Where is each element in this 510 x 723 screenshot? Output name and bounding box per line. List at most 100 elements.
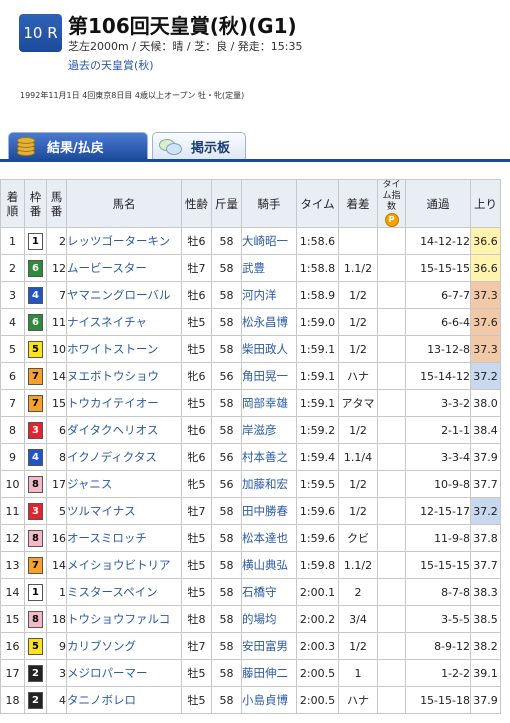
tab-board[interactable]: 掲示板 — [152, 132, 246, 160]
col-horse[interactable]: 馬名 — [66, 179, 182, 228]
jockey-link[interactable]: 武豊 — [241, 254, 297, 282]
rank-cell: 6 — [0, 362, 25, 390]
results-header-row: 着順 枠番 馬番 馬名 性齢 斤量 騎手 タイム 着差 タイム指数 P 通過 上… — [0, 179, 501, 228]
waku-badge: 1 — [28, 583, 43, 601]
col-timeindex[interactable]: タイム指数 P — [377, 179, 406, 228]
time-cell: 1:59.1 — [296, 335, 339, 363]
horse-name-link[interactable]: ナイスネイチャ — [66, 308, 182, 336]
last3f-cell: 37.9 — [470, 443, 501, 471]
jockey-link[interactable]: 藤田伸二 — [241, 659, 297, 687]
horse-name-link[interactable]: タニノボレロ — [66, 686, 182, 714]
rank-cell: 14 — [0, 578, 25, 606]
table-row: 5 5 10 ホワイトストーン 牡5 58 柴田政人 1:59.1 1/2 13-12-8 37.3 — [0, 335, 501, 363]
col-last3f[interactable]: 上り — [470, 179, 501, 228]
sexage-cell: 牡8 — [181, 605, 212, 633]
waku-badge: 4 — [28, 286, 43, 304]
jockey-link[interactable]: 的場均 — [241, 605, 297, 633]
horse-name-link[interactable]: メジロパーマー — [66, 659, 182, 687]
col-time[interactable]: タイム — [296, 179, 339, 228]
jockey-link[interactable]: 加藤和宏 — [241, 470, 297, 498]
table-row: 16 5 9 カリブソング 牡7 58 安田富男 2:00.3 1/2 8-9-12 38.2 — [0, 632, 501, 660]
sexage-cell: 牡7 — [181, 632, 212, 660]
weight-cell: 58 — [211, 281, 242, 309]
jockey-link[interactable]: 横山典弘 — [241, 551, 297, 579]
jockey-link[interactable]: 安田富男 — [241, 632, 297, 660]
horse-name-link[interactable]: ミスタースペイン — [66, 578, 182, 606]
waku-cell: 1 — [24, 578, 47, 606]
horse-name-link[interactable]: メイショウビトリア — [66, 551, 182, 579]
horse-name-link[interactable]: ツルマイナス — [66, 497, 182, 525]
timeindex-cell — [377, 416, 406, 444]
jockey-link[interactable]: 岸滋彦 — [241, 416, 297, 444]
waku-cell: 2 — [24, 686, 47, 714]
passing-cell: 6-6-4 — [405, 308, 471, 336]
race-meta: 1992年11月1日 4回東京8日目 4歳以上オープン 牡・牝(定量) — [20, 91, 245, 100]
timeindex-cell — [377, 443, 406, 471]
horse-name-link[interactable]: トウショウファルコ — [66, 605, 182, 633]
tab-results[interactable]: 結果/払戻 — [8, 132, 148, 160]
jockey-link[interactable]: 大崎昭一 — [241, 227, 297, 255]
horse-name-link[interactable]: ムービースター — [66, 254, 182, 282]
passing-cell: 14-12-12 — [405, 227, 471, 255]
jockey-link[interactable]: 松永昌博 — [241, 308, 297, 336]
rank-cell: 10 — [0, 470, 25, 498]
sexage-cell: 牝6 — [181, 443, 212, 471]
passing-cell: 15-15-15 — [405, 551, 471, 579]
horse-name-link[interactable]: ダイタクヘリオス — [66, 416, 182, 444]
jockey-link[interactable]: 岡部幸雄 — [241, 389, 297, 417]
horse-name-link[interactable]: オースミロッチ — [66, 524, 182, 552]
col-margin[interactable]: 着差 — [338, 179, 378, 228]
margin-cell: クビ — [338, 524, 378, 552]
last3f-cell: 39.1 — [470, 659, 501, 687]
table-row: 3 4 7 ヤマニングローバル 牡6 58 河内洋 1:58.9 1/2 6-7-7 37.3 — [0, 281, 501, 309]
weight-cell: 58 — [211, 389, 242, 417]
last3f-cell: 38.3 — [470, 578, 501, 606]
tab-results-label: 結果/払戻 — [47, 141, 104, 156]
horse-name-link[interactable]: レッツゴーターキン — [66, 227, 182, 255]
last3f-cell: 37.6 — [470, 308, 501, 336]
timeindex-cell — [377, 362, 406, 390]
waku-badge: 3 — [28, 502, 43, 520]
horse-name-link[interactable]: ジャニス — [66, 470, 182, 498]
jockey-link[interactable]: 石橋守 — [241, 578, 297, 606]
past-races-link[interactable]: 過去の天皇賞(秋) — [68, 57, 154, 73]
jockey-link[interactable]: 小島貞博 — [241, 686, 297, 714]
horse-name-link[interactable]: ホワイトストーン — [66, 335, 182, 363]
rank-cell: 17 — [0, 659, 25, 687]
weight-cell: 58 — [211, 416, 242, 444]
passing-cell: 8-9-12 — [405, 632, 471, 660]
rank-cell: 18 — [0, 686, 25, 714]
rank-cell: 3 — [0, 281, 25, 309]
waku-cell: 5 — [24, 335, 47, 363]
horse-name-link[interactable]: トウカイテイオー — [66, 389, 182, 417]
jockey-link[interactable]: 田中勝春 — [241, 497, 297, 525]
col-weight[interactable]: 斤量 — [211, 179, 242, 228]
rank-cell: 16 — [0, 632, 25, 660]
col-sexage[interactable]: 性齢 — [181, 179, 212, 228]
num-cell: 1 — [46, 578, 67, 606]
jockey-link[interactable]: 角田晃一 — [241, 362, 297, 390]
jockey-link[interactable]: 村本善之 — [241, 443, 297, 471]
horse-name-link[interactable]: ヤマニングローバル — [66, 281, 182, 309]
passing-cell: 3-3-2 — [405, 389, 471, 417]
jockey-link[interactable]: 松本達也 — [241, 524, 297, 552]
weight-cell: 56 — [211, 362, 242, 390]
results-table: 着順 枠番 馬番 馬名 性齢 斤量 騎手 タイム 着差 タイム指数 P 通過 上… — [0, 179, 501, 714]
num-cell: 10 — [46, 335, 67, 363]
col-rank[interactable]: 着順 — [0, 179, 25, 228]
jockey-link[interactable]: 柴田政人 — [241, 335, 297, 363]
col-passing[interactable]: 通過 — [405, 179, 471, 228]
sexage-cell: 牡5 — [181, 551, 212, 579]
margin-cell — [338, 227, 378, 255]
jockey-link[interactable]: 河内洋 — [241, 281, 297, 309]
col-waku[interactable]: 枠番 — [24, 179, 47, 228]
horse-name-link[interactable]: イクノディクタス — [66, 443, 182, 471]
horse-name-link[interactable]: カリブソング — [66, 632, 182, 660]
horse-name-link[interactable]: ヌエボトウショウ — [66, 362, 182, 390]
timeindex-cell — [377, 470, 406, 498]
passing-cell: 3-3-4 — [405, 443, 471, 471]
col-jockey[interactable]: 騎手 — [241, 179, 297, 228]
passing-cell: 2-1-1 — [405, 416, 471, 444]
col-num[interactable]: 馬番 — [46, 179, 67, 228]
waku-cell: 8 — [24, 605, 47, 633]
